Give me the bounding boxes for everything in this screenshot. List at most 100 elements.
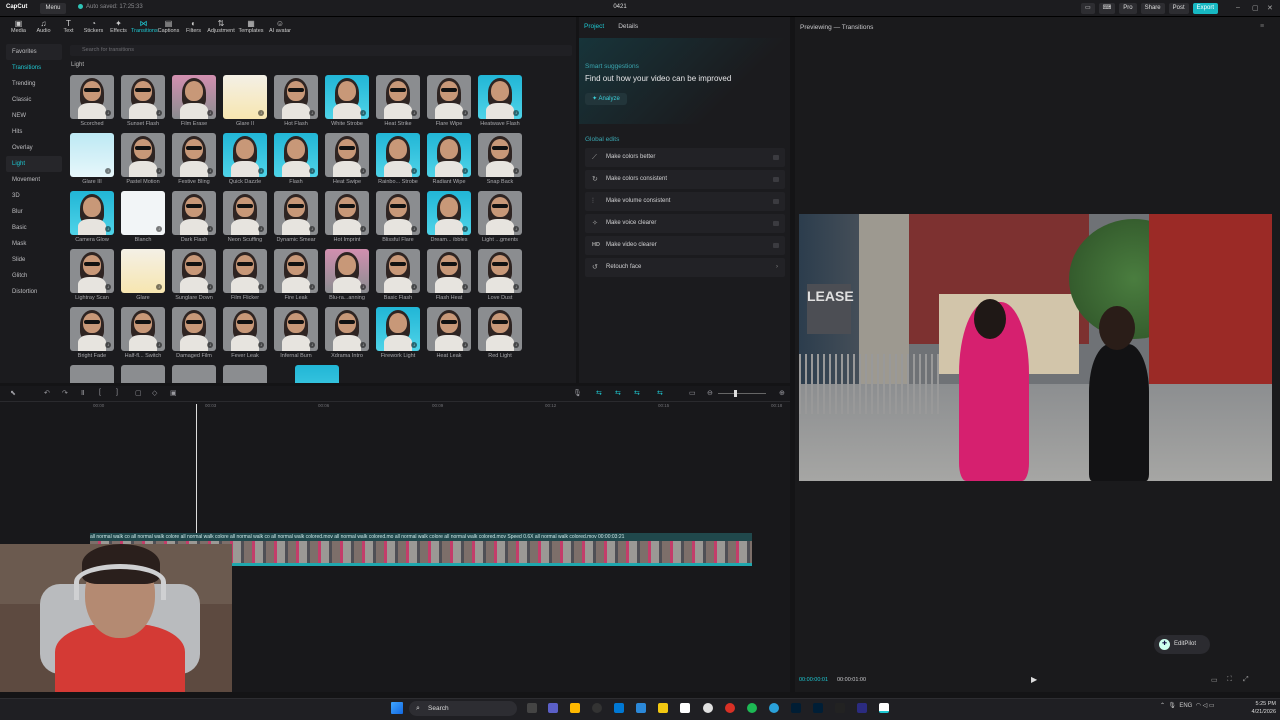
- category-trending[interactable]: Trending: [6, 76, 62, 92]
- transition-thumbnail[interactable]: ↓ Quick Dazzle: [223, 133, 267, 189]
- download-icon[interactable]: ↓: [360, 284, 366, 290]
- transition-thumbnail[interactable]: ↓ Camera Glow: [70, 191, 114, 247]
- download-icon[interactable]: ↓: [513, 226, 519, 232]
- share-button[interactable]: Share: [1140, 3, 1165, 14]
- file-explorer-icon[interactable]: [570, 703, 580, 713]
- download-icon[interactable]: ↓: [513, 110, 519, 116]
- tab-filters[interactable]: ◐ Filters: [181, 17, 206, 39]
- tab-adjustment[interactable]: ⇅ Adjustment: [206, 17, 236, 39]
- transition-thumbnail[interactable]: ↓ Rainbo... Strobe: [376, 133, 420, 189]
- tab-media[interactable]: ▣ Media: [6, 17, 31, 39]
- transition-thumbnail[interactable]: ↓ Glare III: [70, 133, 114, 189]
- transition-thumbnail[interactable]: ↓ Hot Imprint: [325, 191, 369, 247]
- shortcuts-icon[interactable]: ⌨: [1098, 3, 1116, 14]
- download-icon[interactable]: ↓: [105, 226, 111, 232]
- aspect-ratio-icon[interactable]: ▭: [1211, 676, 1218, 684]
- undo-icon[interactable]: ↶: [44, 389, 50, 397]
- transition-thumbnail[interactable]: ↓ Fire Leak: [274, 249, 318, 305]
- magnet-icon[interactable]: ⇆: [615, 389, 621, 397]
- transition-thumbnail[interactable]: ↓ Fever Leak: [223, 307, 267, 363]
- minimize-icon[interactable]: –: [1236, 4, 1240, 11]
- redo-icon[interactable]: ↷: [62, 389, 68, 397]
- tab-text[interactable]: T Text: [56, 17, 81, 39]
- download-icon[interactable]: ↓: [513, 284, 519, 290]
- transition-thumbnail[interactable]: ↓ Blissful Flare: [376, 191, 420, 247]
- transition-thumbnail[interactable]: ↓ Glare: [121, 249, 165, 305]
- capcut-active-icon[interactable]: [879, 703, 889, 713]
- category-blur[interactable]: Blur: [6, 204, 62, 220]
- pro-button[interactable]: Pro: [1119, 3, 1137, 14]
- caption-icon[interactable]: ▭: [689, 389, 696, 397]
- playhead[interactable]: [196, 404, 197, 536]
- transition-thumbnail[interactable]: ↓ Red Light: [478, 307, 522, 363]
- transition-thumbnail[interactable]: ↓ Blanch: [121, 191, 165, 247]
- lightroom-icon[interactable]: [813, 703, 823, 713]
- tab-transitions[interactable]: ⋈ Transitions: [131, 17, 158, 39]
- chrome-icon[interactable]: [703, 703, 713, 713]
- snap-icon[interactable]: ⇆: [634, 389, 640, 397]
- transition-thumbnail[interactable]: ↓ Sunglare Down: [172, 249, 216, 305]
- global-edit-retouch-face[interactable]: ↺ Retouch face ›: [585, 258, 785, 277]
- transition-thumbnail[interactable]: ↓ Flash Heat: [427, 249, 471, 305]
- chevron-up-icon[interactable]: ⌃: [1160, 703, 1165, 709]
- transition-thumbnail[interactable]: ↓ Festive Bling: [172, 133, 216, 189]
- teams-icon[interactable]: [548, 703, 558, 713]
- transition-thumbnail[interactable]: ↓ Dark Flash: [172, 191, 216, 247]
- transition-thumbnail[interactable]: ↓ Snap Back: [478, 133, 522, 189]
- wifi-icon[interactable]: ◠: [1196, 703, 1201, 709]
- tab-details[interactable]: Details: [618, 23, 638, 30]
- toggle-icon[interactable]: [773, 243, 779, 248]
- download-icon[interactable]: ↓: [309, 342, 315, 348]
- download-icon[interactable]: ↓: [411, 284, 417, 290]
- download-icon[interactable]: ↓: [207, 284, 213, 290]
- download-icon[interactable]: ↓: [207, 342, 213, 348]
- preview-menu-icon[interactable]: ≡: [1260, 23, 1264, 30]
- category-distortion[interactable]: Distortion: [6, 284, 62, 300]
- category-light[interactable]: Light: [6, 156, 62, 172]
- download-icon[interactable]: ↓: [258, 110, 264, 116]
- download-icon[interactable]: ↓: [309, 226, 315, 232]
- windows-start-icon[interactable]: [391, 702, 403, 714]
- download-icon[interactable]: ↓: [462, 342, 468, 348]
- transition-thumbnail[interactable]: ↓ White Strobe: [325, 75, 369, 131]
- category-hits[interactable]: Hits: [6, 124, 62, 140]
- edge-icon[interactable]: [614, 703, 624, 713]
- search-input[interactable]: Search for transitions: [70, 45, 572, 56]
- download-icon[interactable]: ↓: [309, 284, 315, 290]
- trim-left-icon[interactable]: [: [99, 389, 101, 396]
- task-view-icon[interactable]: [527, 703, 537, 713]
- folder-icon[interactable]: [658, 703, 668, 713]
- tab-stickers[interactable]: ◔ Stickers: [81, 17, 106, 39]
- obs-icon[interactable]: [592, 703, 602, 713]
- download-icon[interactable]: ↓: [462, 284, 468, 290]
- tab-effects[interactable]: ✦ Effects: [106, 17, 131, 39]
- category-movement[interactable]: Movement: [6, 172, 62, 188]
- transition-thumbnail[interactable]: ↓ Infernal Burn: [274, 307, 318, 363]
- video-frame[interactable]: LEASE: [799, 214, 1272, 481]
- tab-ai-avatar[interactable]: ☺ AI avatar: [266, 17, 294, 39]
- battery-icon[interactable]: ▭: [1209, 703, 1215, 709]
- download-icon[interactable]: ↓: [207, 110, 213, 116]
- global-edit-voice-clearer[interactable]: ✧ Make voice clearer: [585, 214, 785, 233]
- download-icon[interactable]: ↓: [309, 110, 315, 116]
- download-icon[interactable]: ↓: [156, 110, 162, 116]
- global-edit-colors-consistent[interactable]: ↻ Make colors consistent: [585, 170, 785, 189]
- transition-thumbnail[interactable]: ↓ Dynamic Smear: [274, 191, 318, 247]
- download-icon[interactable]: ↓: [156, 226, 162, 232]
- download-icon[interactable]: ↓: [105, 168, 111, 174]
- download-icon[interactable]: ↓: [462, 226, 468, 232]
- notes-icon[interactable]: [680, 703, 690, 713]
- link-icon[interactable]: ⇆: [596, 389, 602, 397]
- telegram-icon[interactable]: [769, 703, 779, 713]
- tab-templates[interactable]: ▦ Templates: [236, 17, 266, 39]
- transition-thumbnail[interactable]: ↓ Scorched: [70, 75, 114, 131]
- transition-thumbnail[interactable]: ↓ Half-fl... Switch: [121, 307, 165, 363]
- analyze-button[interactable]: ✦ Analyze: [585, 93, 627, 105]
- transition-thumbnail[interactable]: ↓ Firework Light: [376, 307, 420, 363]
- microphone-icon[interactable]: 🎙: [573, 389, 582, 397]
- tab-project[interactable]: Project: [584, 23, 604, 30]
- speaker-icon[interactable]: ◁: [1203, 703, 1208, 709]
- global-edit-video-clearer[interactable]: HD Make video clearer: [585, 236, 785, 255]
- transition-thumbnail[interactable]: ↓ Film Erase: [172, 75, 216, 131]
- transition-thumbnail[interactable]: ↓ Pastel Motion: [121, 133, 165, 189]
